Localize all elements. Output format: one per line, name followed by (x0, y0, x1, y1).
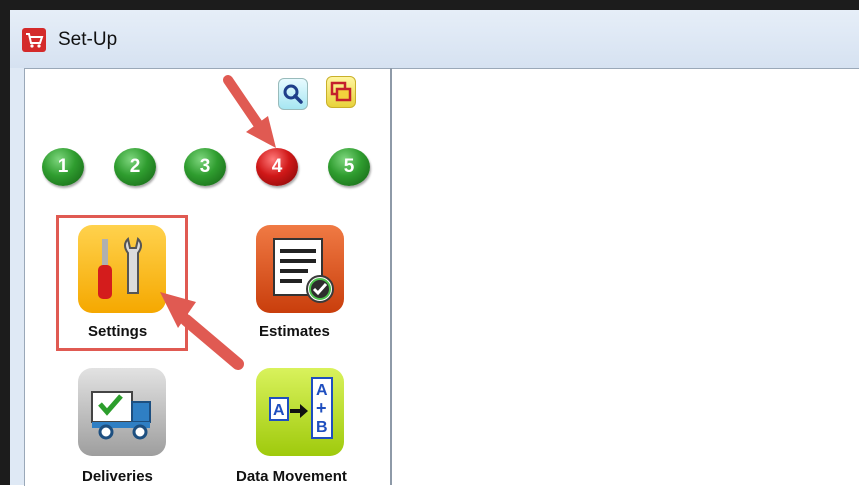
annotation-arrows (160, 75, 276, 370)
annotation-arrow-step4 (223, 75, 276, 148)
annotation-arrow-settings (160, 292, 244, 370)
